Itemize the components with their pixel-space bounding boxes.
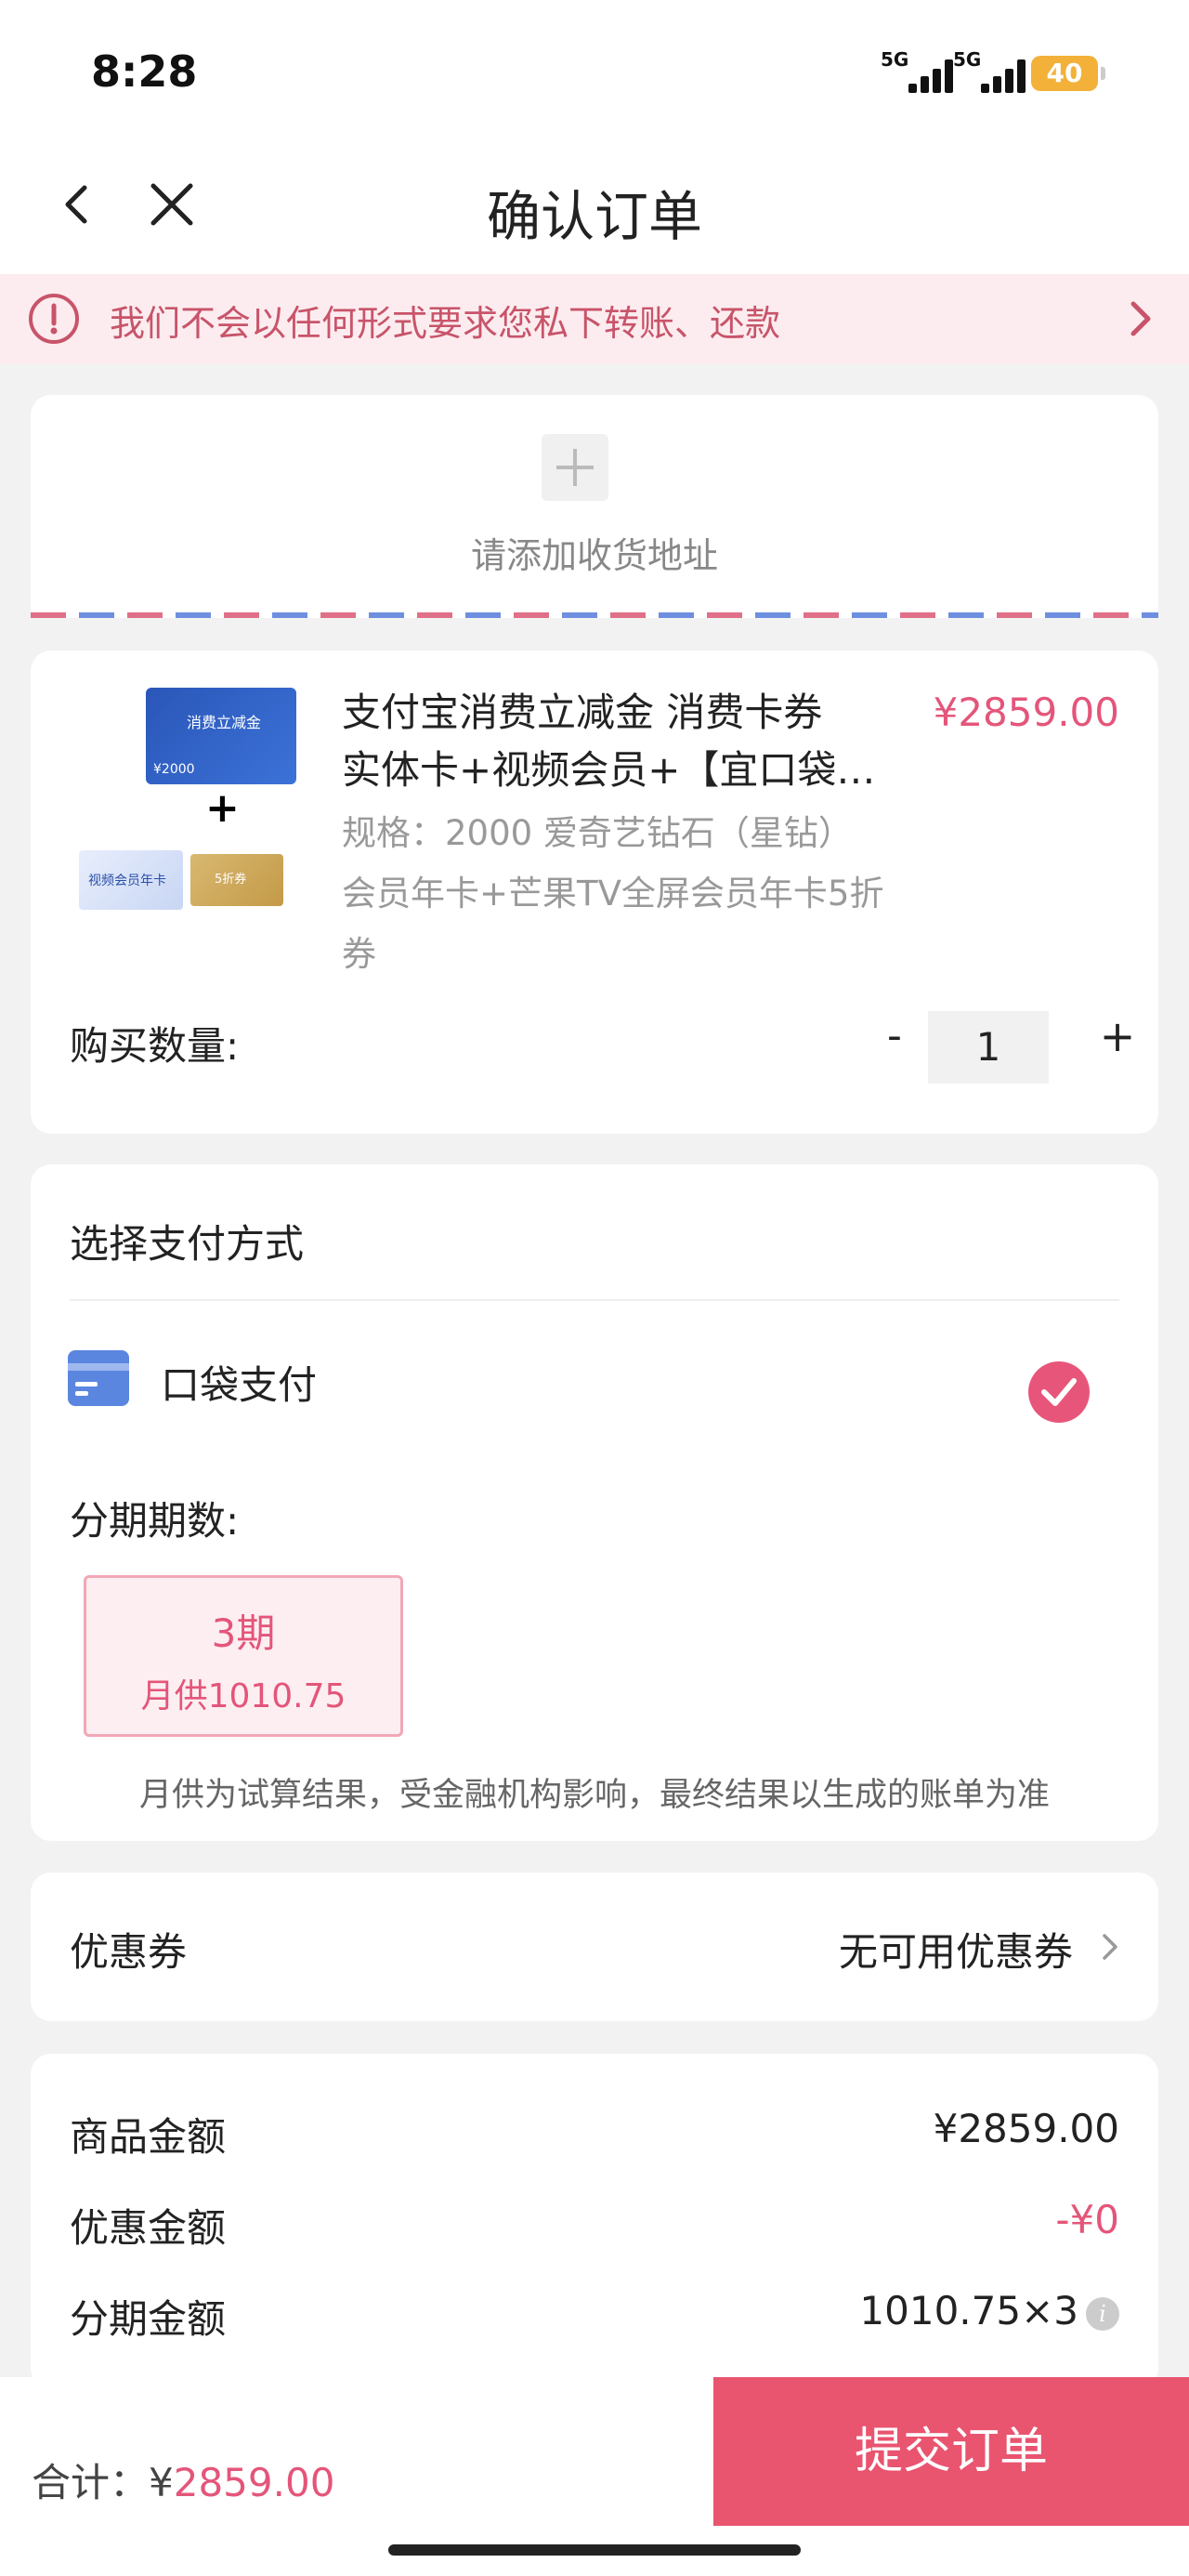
add-address-text: 请添加收货地址 <box>470 535 718 576</box>
bottom-bar: 合计：¥2859.00 提交订单 <box>0 2377 1189 2576</box>
quantity-increase-button[interactable]: + <box>1090 1008 1145 1064</box>
card-icon <box>68 1350 129 1406</box>
member-card-image: 视频会员年卡 <box>79 850 183 910</box>
payment-method-label[interactable]: 口袋支付 <box>161 1354 317 1411</box>
total-amount: 合计：¥2859.00 <box>32 2460 335 2505</box>
info-icon[interactable]: i <box>1086 2296 1119 2331</box>
home-indicator[interactable] <box>388 2544 801 2556</box>
image-plus: + <box>205 784 240 832</box>
coupon-value: 无可用优惠券 <box>838 1929 1073 1975</box>
product-image: 消费立减金 ¥2000 + 视频会员年卡 5折券 <box>79 688 332 911</box>
quantity-decrease-button[interactable]: - <box>867 1008 922 1064</box>
submit-order-button[interactable]: 提交订单 <box>713 2377 1189 2526</box>
status-time: 8:28 <box>91 46 198 97</box>
coupon-row[interactable]: 优惠券 无可用优惠券 <box>31 1873 1158 2021</box>
installment-option-3[interactable]: 3期 月供1010.75 <box>84 1575 403 1737</box>
coupon-image: 5折券 <box>190 854 283 906</box>
product-spec: 规格：2000 爱奇艺钻石（星钻） 会员年卡+芒果TV全屏会员年卡5折 券 <box>342 813 884 974</box>
notice-text: 我们不会以任何形式要求您私下转账、还款 <box>110 303 781 344</box>
payment-card: 选择支付方式 口袋支付 分期期数: 3期 月供1010.75 月供为试算结果，受… <box>31 1164 1158 1841</box>
price-summary-card: 商品金额 ¥2859.00 优惠金额 -¥0 分期金额 1010.75×3 i <box>31 2054 1158 2388</box>
coupon-label: 优惠券 <box>70 1929 188 1975</box>
voucher-card-image: 消费立减金 ¥2000 <box>146 688 296 784</box>
product-price: ¥2859.00 <box>933 690 1119 735</box>
installment-label: 分期期数: <box>70 1498 240 1544</box>
nav-bar: 确认订单 <box>0 139 1189 274</box>
quantity-input[interactable]: 1 <box>928 1011 1049 1084</box>
product-title: 支付宝消费立减金 消费卡券 实体卡+视频会员+【宜口袋… <box>342 690 876 793</box>
chevron-right-icon <box>1099 1930 1121 1964</box>
installment-term: 3期 <box>211 1610 276 1656</box>
battery-icon: 40 <box>1031 56 1105 91</box>
installment-monthly: 月供1010.75 <box>140 1677 346 1715</box>
check-icon[interactable] <box>1028 1361 1090 1423</box>
notice-banner[interactable]: 我们不会以任何形式要求您私下转账、还款 <box>0 274 1189 364</box>
page-title: 确认订单 <box>486 185 702 248</box>
status-bar: 8:28 5G 5G 40 <box>0 0 1189 139</box>
chevron-right-icon <box>1122 298 1159 339</box>
address-stripe <box>31 612 1158 618</box>
quantity-label: 购买数量: <box>70 1023 240 1069</box>
divider <box>70 1299 1119 1301</box>
product-card: 消费立减金 ¥2000 + 视频会员年卡 5折券 支付宝消费立减金 消费卡券 实… <box>31 651 1158 1134</box>
payment-section-title: 选择支付方式 <box>70 1221 305 1267</box>
warning-icon <box>28 293 80 345</box>
add-address-icon[interactable] <box>542 434 608 501</box>
address-card[interactable]: 请添加收货地址 <box>31 395 1158 618</box>
installment-note: 月供为试算结果，受金融机构影响，最终结果以生成的账单为准 <box>138 1777 1050 1814</box>
